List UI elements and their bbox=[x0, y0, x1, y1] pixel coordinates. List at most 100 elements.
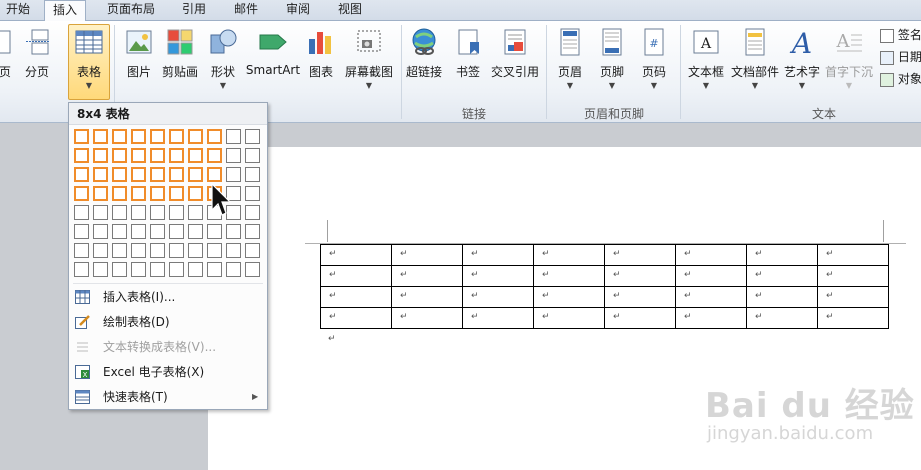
table-grid-cell[interactable] bbox=[93, 167, 108, 182]
table-cell[interactable]: ↵ bbox=[391, 265, 463, 287]
table-cell[interactable]: ↵ bbox=[604, 286, 676, 308]
table-grid-cell[interactable] bbox=[226, 148, 241, 163]
table-cell[interactable]: ↵ bbox=[391, 244, 463, 266]
table-cell[interactable]: ↵ bbox=[462, 265, 534, 287]
header-button[interactable]: 页眉 ▼ bbox=[552, 25, 588, 97]
insert-table-menu-item[interactable]: 插入表格(I)... bbox=[69, 285, 267, 309]
table-grid-cell[interactable] bbox=[150, 243, 165, 258]
table-grid-cell[interactable] bbox=[93, 262, 108, 277]
table-grid-cell[interactable] bbox=[131, 205, 146, 220]
table-cell[interactable]: ↵ bbox=[320, 286, 392, 308]
draw-table-menu-item[interactable]: 绘制表格(D) bbox=[69, 310, 267, 334]
quick-tables-menu-item[interactable]: 快速表格(T) ▶ bbox=[69, 385, 267, 409]
footer-button[interactable]: 页脚 ▼ bbox=[594, 25, 630, 97]
table-grid-cell[interactable] bbox=[207, 167, 222, 182]
table-grid-cell[interactable] bbox=[207, 243, 222, 258]
table-grid-cell[interactable] bbox=[131, 129, 146, 144]
tab-page-layout[interactable]: 页面布局 bbox=[100, 0, 162, 19]
table-grid-cell[interactable] bbox=[93, 205, 108, 220]
table-grid-cell[interactable] bbox=[131, 167, 146, 182]
table-grid-cell[interactable] bbox=[188, 148, 203, 163]
table-grid-cell[interactable] bbox=[93, 224, 108, 239]
table-grid-cell[interactable] bbox=[131, 224, 146, 239]
tab-insert[interactable]: 插入 bbox=[44, 0, 86, 22]
table-grid-cell[interactable] bbox=[169, 148, 184, 163]
table-grid-cell[interactable] bbox=[169, 205, 184, 220]
table-cell[interactable]: ↵ bbox=[746, 307, 818, 329]
table-grid-cell[interactable] bbox=[169, 186, 184, 201]
table-grid-cell[interactable] bbox=[93, 243, 108, 258]
screenshot-button[interactable]: 屏幕截图 ▼ bbox=[342, 25, 396, 97]
table-grid-cell[interactable] bbox=[226, 243, 241, 258]
excel-spreadsheet-menu-item[interactable]: X Excel 电子表格(X) bbox=[69, 360, 267, 384]
table-grid-cell[interactable] bbox=[74, 243, 89, 258]
table-grid-cell[interactable] bbox=[93, 129, 108, 144]
quick-parts-button[interactable]: 文档部件 ▼ bbox=[730, 25, 780, 97]
table-grid-cell[interactable] bbox=[188, 186, 203, 201]
dropcap-button[interactable]: A 首字下沉 ▼ bbox=[824, 25, 874, 97]
table-grid-cell[interactable] bbox=[188, 205, 203, 220]
page-number-button[interactable]: # 页码 ▼ bbox=[636, 25, 672, 97]
table-cell[interactable]: ↵ bbox=[533, 307, 605, 329]
table-cell[interactable]: ↵ bbox=[320, 244, 392, 266]
date-time-button[interactable]: 日期 bbox=[880, 48, 921, 65]
table-grid-cell[interactable] bbox=[188, 129, 203, 144]
table-grid-cell[interactable] bbox=[169, 167, 184, 182]
table-cell[interactable]: ↵ bbox=[675, 307, 747, 329]
table-grid-cell[interactable] bbox=[169, 262, 184, 277]
textbox-button[interactable]: A 文本框 ▼ bbox=[686, 25, 726, 97]
table-cell[interactable]: ↵ bbox=[817, 265, 889, 287]
table-grid-cell[interactable] bbox=[150, 167, 165, 182]
tab-home[interactable]: 开始 bbox=[0, 0, 36, 19]
table-grid-cell[interactable] bbox=[226, 129, 241, 144]
table-grid-cell[interactable] bbox=[150, 205, 165, 220]
table-grid-cell[interactable] bbox=[188, 224, 203, 239]
table-grid-cell[interactable] bbox=[245, 262, 260, 277]
picture-button[interactable]: 图片 bbox=[122, 25, 156, 97]
table-grid-cell[interactable] bbox=[131, 148, 146, 163]
table-grid-cell[interactable] bbox=[93, 186, 108, 201]
page-break-button[interactable]: 分页 bbox=[22, 25, 52, 97]
table-grid-cell[interactable] bbox=[74, 224, 89, 239]
table-grid-cell[interactable] bbox=[226, 224, 241, 239]
table-grid-cell[interactable] bbox=[150, 129, 165, 144]
text-to-table-menu-item[interactable]: 文本转换成表格(V)... bbox=[69, 335, 267, 359]
table-grid-cell[interactable] bbox=[150, 262, 165, 277]
table-button[interactable]: 表格 ▼ bbox=[68, 24, 110, 100]
table-cell[interactable]: ↵ bbox=[746, 286, 818, 308]
table-grid-cell[interactable] bbox=[245, 167, 260, 182]
table-grid-cell[interactable] bbox=[169, 129, 184, 144]
table-grid-cell[interactable] bbox=[226, 167, 241, 182]
table-grid-cell[interactable] bbox=[150, 224, 165, 239]
table-grid-cell[interactable] bbox=[112, 186, 127, 201]
table-grid-cell[interactable] bbox=[188, 243, 203, 258]
tab-references[interactable]: 引用 bbox=[176, 0, 212, 19]
table-grid-cell[interactable] bbox=[74, 129, 89, 144]
table-grid-cell[interactable] bbox=[188, 262, 203, 277]
table-cell[interactable]: ↵ bbox=[675, 286, 747, 308]
table-grid-cell[interactable] bbox=[112, 262, 127, 277]
table-grid-cell[interactable] bbox=[207, 224, 222, 239]
table-cell[interactable]: ↵ bbox=[675, 265, 747, 287]
table-cell[interactable]: ↵ bbox=[817, 307, 889, 329]
shapes-button[interactable]: 形状 ▼ bbox=[206, 25, 240, 97]
table-grid-cell[interactable] bbox=[245, 205, 260, 220]
table-grid-cell[interactable] bbox=[112, 224, 127, 239]
table-grid-cell[interactable] bbox=[207, 262, 222, 277]
table-grid-cell[interactable] bbox=[74, 262, 89, 277]
table-grid-cell[interactable] bbox=[74, 205, 89, 220]
table-cell[interactable]: ↵ bbox=[746, 244, 818, 266]
table-cell[interactable]: ↵ bbox=[604, 244, 676, 266]
clipart-button[interactable]: 剪贴画 bbox=[160, 25, 200, 97]
hyperlink-button[interactable]: 超链接 bbox=[404, 25, 444, 97]
table-grid-cell[interactable] bbox=[207, 129, 222, 144]
table-cell[interactable]: ↵ bbox=[320, 265, 392, 287]
table-grid-cell[interactable] bbox=[74, 186, 89, 201]
table-grid-cell[interactable] bbox=[74, 167, 89, 182]
table-grid-cell[interactable] bbox=[169, 243, 184, 258]
table-grid-cell[interactable] bbox=[112, 167, 127, 182]
table-grid-cell[interactable] bbox=[245, 243, 260, 258]
tab-view[interactable]: 视图 bbox=[332, 0, 368, 19]
table-cell[interactable]: ↵ bbox=[604, 307, 676, 329]
table-grid-cell[interactable] bbox=[245, 148, 260, 163]
